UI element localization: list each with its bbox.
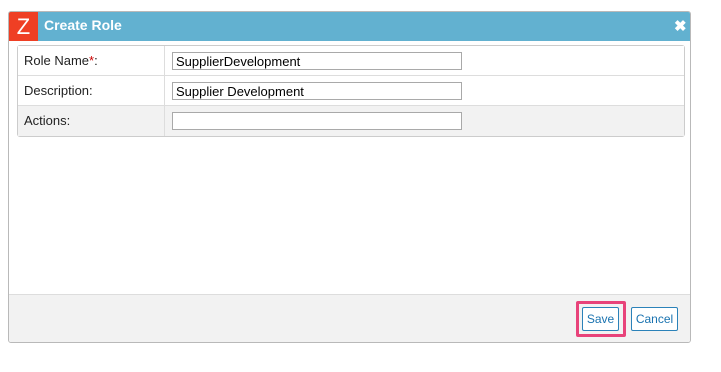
dialog-footer: Save Cancel: [9, 294, 690, 342]
actions-label: Actions:: [18, 106, 165, 136]
description-input[interactable]: [172, 82, 462, 100]
role-name-cell: [165, 46, 684, 75]
form-row-description: Description:: [18, 76, 684, 106]
cancel-button[interactable]: Cancel: [631, 307, 678, 331]
zoho-logo-icon: Z: [9, 12, 38, 41]
description-cell: [165, 76, 684, 105]
actions-input[interactable]: [172, 112, 462, 130]
dialog-titlebar: Z Create Role ✖: [9, 12, 690, 41]
dialog-title: Create Role: [44, 17, 122, 33]
role-name-label-suffix: :: [94, 53, 98, 68]
role-name-label: Role Name*:: [18, 46, 165, 75]
role-name-label-text: Role Name: [24, 53, 90, 68]
role-name-input[interactable]: [172, 52, 462, 70]
form-row-role-name: Role Name*:: [18, 46, 684, 76]
role-form: Role Name*: Description: Actions:: [17, 45, 685, 137]
description-label: Description:: [18, 76, 165, 105]
close-icon[interactable]: ✖: [674, 19, 687, 34]
create-role-dialog: Z Create Role ✖ Role Name*: Description:…: [8, 11, 691, 343]
save-button[interactable]: Save: [582, 307, 619, 331]
form-row-actions: Actions:: [18, 106, 684, 136]
actions-cell: [165, 106, 684, 136]
